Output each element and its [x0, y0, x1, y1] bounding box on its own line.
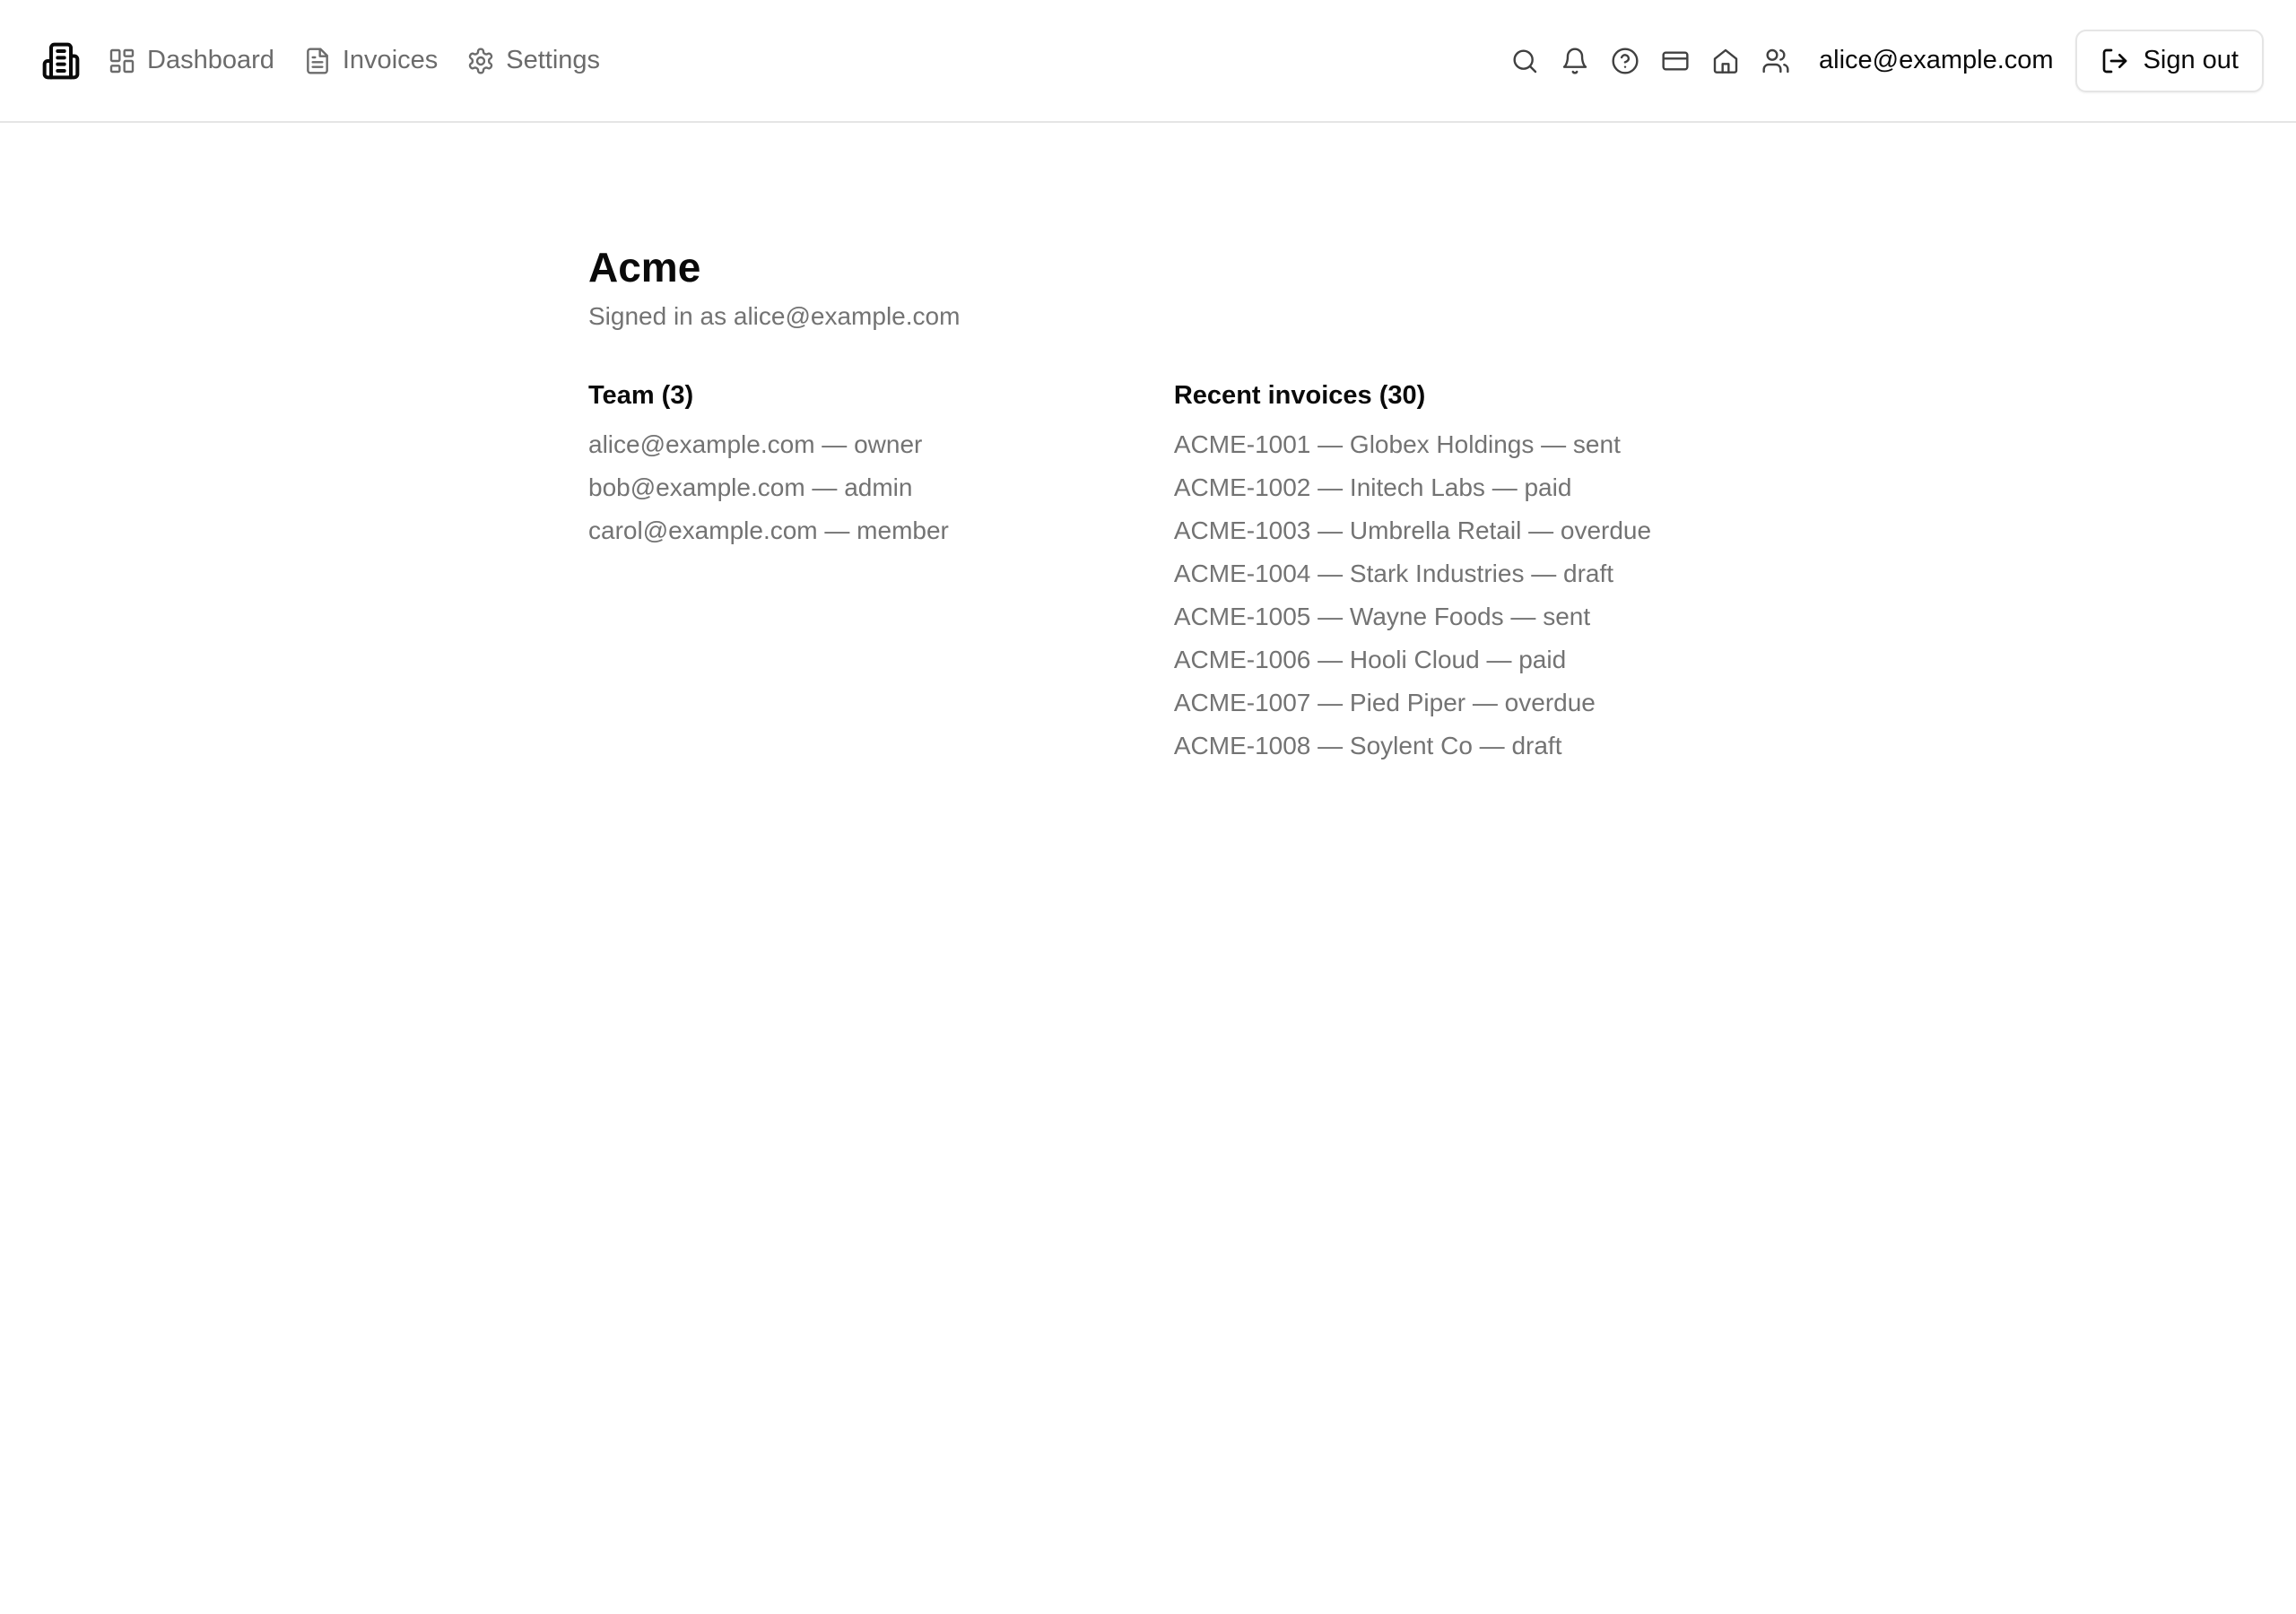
invoice-item: ACME-1007 — Pied Piper — overdue	[1173, 689, 1596, 716]
team-section: Team (3) alice@example.com — owner bob@e…	[588, 378, 1174, 768]
nav-link-settings[interactable]: Settings	[466, 38, 600, 84]
content-columns: Team (3) alice@example.com — owner bob@e…	[588, 378, 1709, 768]
page-title: Acme	[588, 244, 701, 291]
invoice-item: ACME-1001 — Globex Holdings — sent	[1173, 430, 1621, 458]
invoices-heading: Recent invoices (30)	[1173, 381, 1426, 410]
invoices-section: Recent invoices (30) ACME-1001 — Globex …	[1174, 378, 1709, 768]
sign-out-label: Sign out	[2143, 46, 2239, 74]
credit-card-icon[interactable]	[1656, 41, 1695, 81]
invoice-list: ACME-1001 — Globex Holdings — sent ACME-…	[1174, 423, 1709, 768]
current-user-email: alice@example.com	[1819, 46, 2054, 74]
team-member-item: carol@example.com — member	[588, 516, 949, 544]
page-subtitle: Signed in as alice@example.com	[588, 302, 961, 330]
team-heading: Team (3)	[588, 381, 694, 410]
home-icon[interactable]	[1706, 41, 1745, 81]
users-icon[interactable]	[1756, 41, 1796, 81]
invoice-item: ACME-1003 — Umbrella Retail — overdue	[1173, 516, 1652, 544]
building-icon[interactable]	[41, 41, 81, 81]
nav-left: Dashboard Invoices Settings	[41, 0, 629, 121]
nav-link-label: Settings	[506, 46, 601, 74]
file-text-icon	[303, 47, 332, 75]
gear-icon	[466, 47, 495, 75]
sign-out-button[interactable]: Sign out	[2074, 29, 2264, 92]
nav-link-label: Dashboard	[147, 46, 274, 74]
invoice-item: ACME-1008 — Soylent Co — draft	[1173, 732, 1562, 759]
search-icon[interactable]	[1505, 41, 1544, 81]
invoice-item: ACME-1004 — Stark Industries — draft	[1173, 560, 1614, 587]
team-member-item: alice@example.com — owner	[588, 430, 923, 458]
invoice-item: ACME-1002 — Initech Labs — paid	[1173, 473, 1572, 501]
nav-right: alice@example.com Sign out	[1494, 0, 2264, 121]
nav-link-label: Invoices	[342, 46, 439, 74]
log-out-icon	[2102, 48, 2126, 73]
team-list: alice@example.com — owner bob@example.co…	[588, 423, 1174, 552]
team-member-item: bob@example.com — admin	[588, 473, 913, 501]
invoice-item: ACME-1005 — Wayne Foods — sent	[1173, 603, 1591, 630]
layout-dashboard-icon	[108, 47, 136, 75]
main-content: Acme Signed in as alice@example.com Team…	[588, 242, 1709, 768]
bell-icon[interactable]	[1555, 41, 1595, 81]
help-circle-icon[interactable]	[1605, 41, 1645, 81]
invoice-item: ACME-1006 — Hooli Cloud — paid	[1173, 646, 1567, 673]
top-navigation-bar: Dashboard Invoices Settings alice@exampl…	[0, 0, 2296, 123]
nav-link-dashboard[interactable]: Dashboard	[108, 38, 274, 84]
nav-link-invoices[interactable]: Invoices	[303, 38, 438, 84]
